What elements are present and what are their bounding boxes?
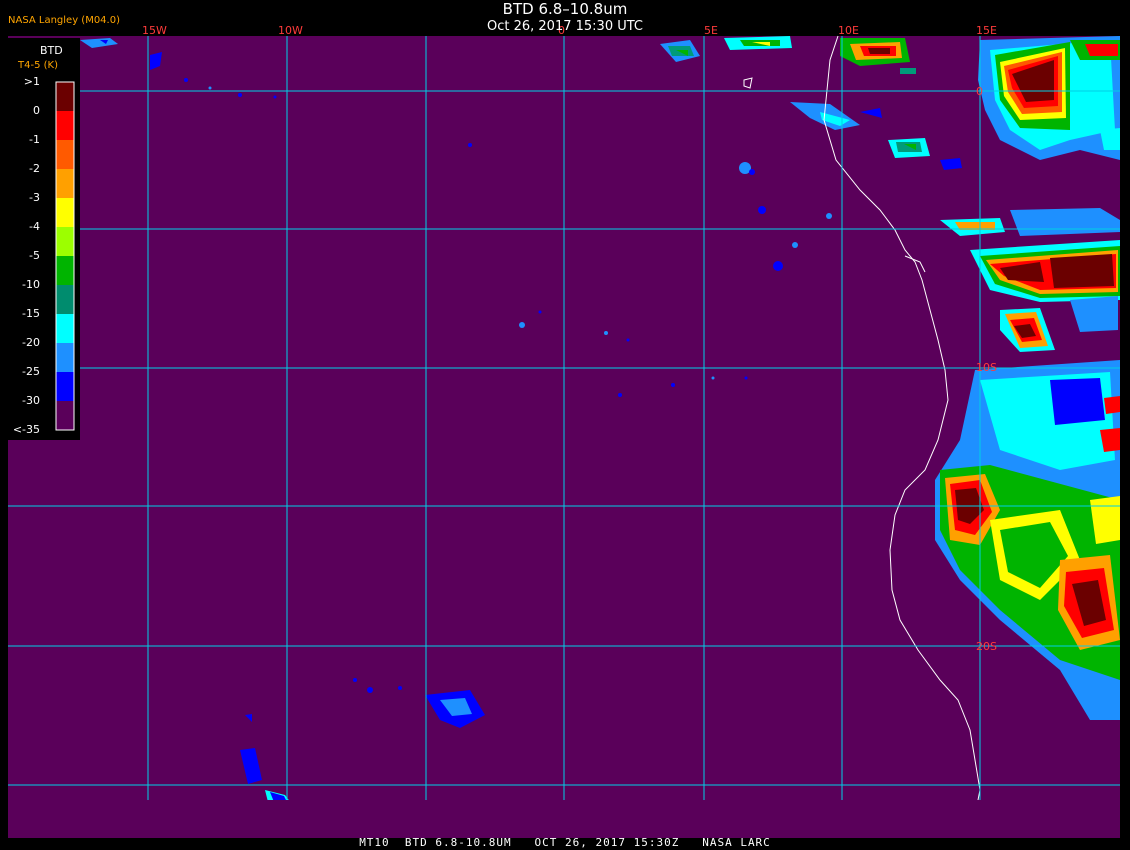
legend-tick-label: -15 — [22, 307, 40, 320]
legend-tick-label: <-35 — [12, 423, 40, 436]
legend-tick-label: 0 — [33, 104, 40, 117]
legend-tick-label: -2 — [29, 162, 40, 175]
legend-swatch — [56, 285, 74, 314]
map-datetime: Oct 26, 2017 15:30 UTC — [487, 19, 643, 34]
legend-swatch — [56, 256, 74, 285]
legend-swatch — [56, 343, 74, 372]
color-legend: BTD T4-5 (K) >1 0 -1 -2 -3 -4 -5 -10 -15 -20 -25 -3… — [8, 38, 80, 440]
legend-tick-label: -3 — [29, 191, 40, 204]
legend-tick-label: -4 — [29, 220, 40, 233]
credit-label: NASA Langley (M04.0) — [8, 15, 120, 26]
lat-label: 0 — [976, 85, 983, 98]
legend-tick-label: -20 — [22, 336, 40, 349]
legend-swatch — [56, 401, 74, 430]
satellite-map: 15W 10W 0 5E 10E 15E 0 10S 20S — [0, 0, 1130, 850]
legend-swatch — [56, 169, 74, 198]
lat-label: 10S — [976, 361, 997, 374]
lat-label: 20S — [976, 640, 997, 653]
legend-swatch — [56, 82, 74, 111]
footer-caption: MT10 BTD 6.8-10.8UM OCT 26, 2017 15:30Z … — [359, 836, 771, 849]
legend-tick-label: >1 — [23, 75, 40, 88]
legend-swatch — [56, 227, 74, 256]
legend-tick-label: -5 — [29, 249, 40, 262]
legend-tick-label: -1 — [29, 133, 40, 146]
legend-tick-label: -25 — [22, 365, 40, 378]
legend-swatch — [56, 314, 74, 343]
legend-swatch — [56, 372, 74, 401]
legend-swatch — [56, 140, 74, 169]
legend-tick-label: -10 — [22, 278, 40, 291]
legend-tick-label: -30 — [22, 394, 40, 407]
legend-swatch — [56, 111, 74, 140]
legend-colorbar — [55, 81, 75, 431]
legend-swatch — [56, 198, 74, 227]
map-bottom-band — [8, 800, 1120, 838]
map-title: BTD 6.8–10.8um — [502, 0, 628, 18]
